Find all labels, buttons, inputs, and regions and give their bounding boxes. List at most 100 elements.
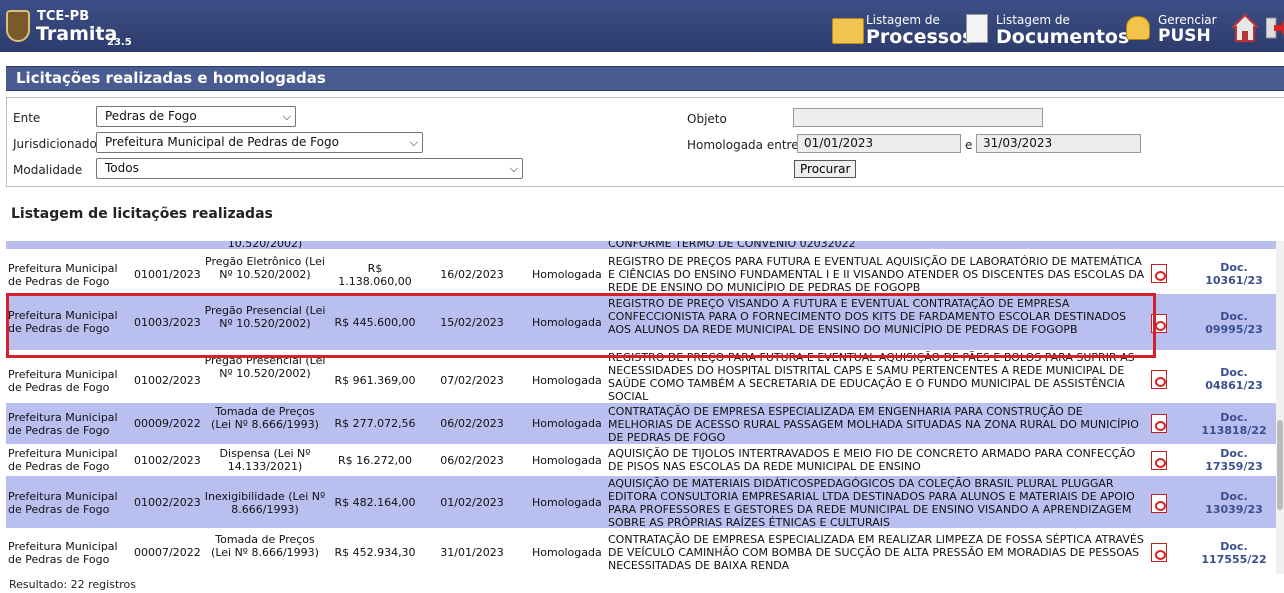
folder-icon xyxy=(832,18,864,44)
cell-valor: R$ 482.164,00 xyxy=(334,496,416,509)
table-row[interactable]: Prefeitura Municipal de Pedras de Fogo 0… xyxy=(6,445,1284,476)
cell-data: 06/02/2023 xyxy=(440,454,504,467)
objeto-input[interactable] xyxy=(793,108,1043,127)
cell-numero: 01002/2023 xyxy=(134,454,201,467)
nav-listagem-documentos[interactable]: Listagem de Documentos xyxy=(962,6,1129,48)
date-from-input[interactable]: 01/01/2023 xyxy=(797,134,961,153)
table-row[interactable]: Prefeitura Municipal de Pedras de Fogo 0… xyxy=(6,529,1284,574)
ente-value: Pedras de Fogo xyxy=(105,109,197,123)
doc-prefix: Doc. xyxy=(1220,310,1248,323)
cell-valor: R$ 961.369,00 xyxy=(334,374,416,387)
nav-listagem-processos[interactable]: Listagem de Processos xyxy=(832,6,973,48)
doc-link[interactable]: Doc. 09995/23 xyxy=(1184,310,1284,336)
table-row[interactable]: Prefeitura Municipal de Pedras de Fogo 0… xyxy=(6,250,1284,294)
modalidade-select[interactable]: Todos ⌵ xyxy=(96,158,523,179)
home-icon[interactable] xyxy=(1232,14,1258,42)
table-row[interactable]: Prefeitura Municipal de Pedras de Fogo 0… xyxy=(6,476,1284,529)
doc-number: 10361/23 xyxy=(1205,274,1263,287)
pdf-icon[interactable] xyxy=(1151,370,1171,389)
cell-valor: R$ 452.934,30 xyxy=(334,546,416,559)
cell-valor: R$ 277.072,56 xyxy=(334,417,416,430)
pdf-icon[interactable] xyxy=(1151,264,1171,283)
doc-link[interactable]: Doc. 17359/23 xyxy=(1184,447,1284,473)
brand-name: Tramita xyxy=(36,23,118,45)
doc-link[interactable]: Doc. 113818/22 xyxy=(1184,411,1284,437)
date-separator: e xyxy=(965,138,973,152)
cell-numero: 01002/2023 xyxy=(134,374,201,387)
cell-numero: 01001/2023 xyxy=(134,268,201,281)
scrollbar-thumb[interactable] xyxy=(1277,420,1283,510)
pdf-icon[interactable] xyxy=(1151,494,1171,513)
tce-shield-logo xyxy=(6,10,30,42)
doc-number: 04861/23 xyxy=(1205,379,1263,392)
cell-situacao: Homologada xyxy=(532,496,602,509)
exit-icon[interactable] xyxy=(1266,16,1284,40)
results-table: 10.520/2002) CONFORME TERMO DE CONVÊNIO … xyxy=(6,241,1284,574)
nav-gerenciar-push[interactable]: Gerenciar PUSH xyxy=(1122,6,1222,48)
doc-link[interactable]: Doc. 117555/22 xyxy=(1184,540,1284,566)
doc-number: 09995/23 xyxy=(1205,323,1263,336)
doc-number: 117555/22 xyxy=(1201,553,1267,566)
doc-prefix: Doc. xyxy=(1220,366,1248,379)
cell-data: 31/01/2023 xyxy=(440,546,504,559)
ente-select[interactable]: Pedras de Fogo ⌵ xyxy=(96,106,296,127)
cell-modalidade: Pregão Eletrônico (Lei Nº 10.520/2002) xyxy=(205,255,325,281)
doc-link[interactable]: Doc. 04861/23 xyxy=(1184,366,1284,392)
doc-link[interactable]: Doc. 13039/23 xyxy=(1184,490,1284,516)
page-title-bar: Licitações realizadas e homologadas xyxy=(6,66,1284,91)
cell-ente: Prefeitura Municipal de Pedras de Fogo xyxy=(8,262,118,288)
version-label: 23.5 xyxy=(107,37,132,48)
table-scrollbar[interactable] xyxy=(1276,241,1284,574)
jurisdicionado-value: Prefeitura Municipal de Pedras de Fogo xyxy=(105,135,339,149)
cell-numero: 00007/2022 xyxy=(134,546,201,559)
cell-valor: R$ 16.272,00 xyxy=(337,454,413,467)
homologada-label: Homologada entre xyxy=(687,138,799,152)
ente-label: Ente xyxy=(13,111,41,125)
date-to-input[interactable]: 31/03/2023 xyxy=(976,134,1141,153)
nav-small-label: Gerenciar xyxy=(1158,13,1217,27)
cell-ente: Prefeitura Municipal de Pedras de Fogo xyxy=(8,540,118,566)
doc-number: 113818/22 xyxy=(1201,424,1267,437)
modalidade-label: Modalidade xyxy=(13,163,83,177)
cell-objeto: AQUISIÇÃO DE MATERIAIS DIDÁTICOSPEDAGÓGI… xyxy=(608,477,1135,529)
doc-prefix: Doc. xyxy=(1220,261,1248,274)
nav-big-label: PUSH xyxy=(1158,26,1211,46)
search-button[interactable]: Procurar xyxy=(794,160,857,178)
table-row[interactable]: Prefeitura Municipal de Pedras de Fogo 0… xyxy=(6,351,1284,403)
cell-ente: Prefeitura Municipal de Pedras de Fogo xyxy=(8,411,118,437)
table-row[interactable]: Prefeitura Municipal de Pedras de Fogo 0… xyxy=(6,403,1284,445)
pdf-icon[interactable] xyxy=(1151,414,1171,433)
selection-highlight-box xyxy=(6,293,1156,358)
objeto-label: Objeto xyxy=(687,112,727,126)
top-header: TCE-PB Tramita 23.5 Listagem de Processo… xyxy=(0,0,1284,52)
jurisdicionado-select[interactable]: Prefeitura Municipal de Pedras de Fogo ⌵ xyxy=(96,132,423,153)
nav-big-label: Processos xyxy=(866,26,974,48)
cell-situacao: Homologada xyxy=(532,417,602,430)
doc-link[interactable]: Doc. 10361/23 xyxy=(1184,261,1284,287)
table-row-partial: 10.520/2002) CONFORME TERMO DE CONVÊNIO … xyxy=(6,241,1284,250)
cell-numero: 01002/2023 xyxy=(134,496,201,509)
cell-valor: R$ 1.138.060,00 xyxy=(338,262,412,288)
doc-prefix: Doc. xyxy=(1220,540,1248,553)
nav-small-label: Listagem de xyxy=(866,13,940,27)
cell-objeto: AQUISIÇÃO DE TIJOLOS INTERTRAVADOS E MEI… xyxy=(608,447,1136,473)
cell-situacao: Homologada xyxy=(532,546,602,559)
chevron-down-icon: ⌵ xyxy=(282,110,291,123)
cell-modalidade: Dispensa (Lei Nº 14.133/2021) xyxy=(219,447,311,473)
cell-objeto: CONFORME TERMO DE CONVÊNIO 02032022 xyxy=(608,241,856,250)
cell-objeto: REGISTRO DE PREÇOS PARA FUTURA E EVENTUA… xyxy=(608,255,1145,294)
cell-data: 01/02/2023 xyxy=(440,496,504,509)
bell-icon xyxy=(1126,16,1150,40)
cell-modalidade: Tomada de Preços (Lei Nº 8.666/1993) xyxy=(211,533,319,559)
cell-ente: Prefeitura Municipal de Pedras de Fogo xyxy=(8,490,118,516)
cell-data: 06/02/2023 xyxy=(440,417,504,430)
cell-situacao: Homologada xyxy=(532,268,602,281)
doc-number: 17359/23 xyxy=(1205,460,1263,473)
doc-prefix: Doc. xyxy=(1220,411,1248,424)
filter-form: Ente Pedras de Fogo ⌵ Jurisdicionado Pre… xyxy=(6,97,1284,187)
pdf-icon[interactable] xyxy=(1151,543,1171,562)
cell-modalidade: Inexigibilidade (Lei Nº 8.666/1993) xyxy=(204,490,326,516)
cell-objeto: CONTRATAÇÃO DE EMPRESA ESPECIALIZADA EM … xyxy=(608,405,1139,444)
pdf-icon[interactable] xyxy=(1151,451,1171,470)
list-title: Listagem de licitações realizadas xyxy=(11,206,273,222)
